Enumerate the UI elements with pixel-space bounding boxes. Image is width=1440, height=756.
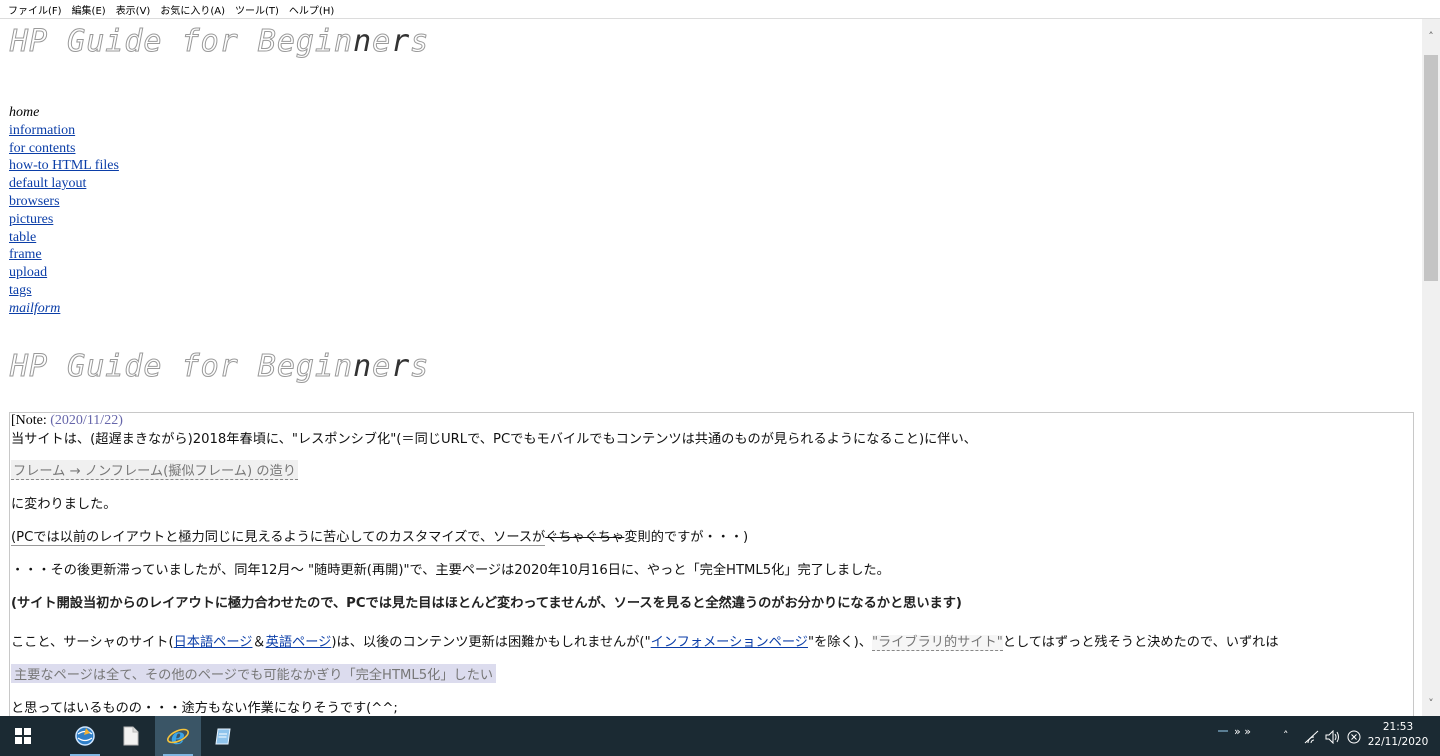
vertical-scrollbar[interactable]: ˄ ˅ bbox=[1422, 19, 1440, 716]
volume-icon[interactable] bbox=[1325, 729, 1341, 748]
svg-text:e: e bbox=[171, 724, 185, 748]
notification-clear-icon[interactable] bbox=[1347, 729, 1361, 748]
scroll-thumb[interactable] bbox=[1424, 55, 1438, 281]
note-paragraph-5: ・・・その後更新滞っていましたが、同年12月～ "随時更新(再開)"で、主要ペー… bbox=[11, 563, 890, 578]
site-logo-top: HP Guide for Beginners bbox=[9, 24, 430, 60]
tray-caret-up-icon[interactable]: ˄ bbox=[1283, 729, 1289, 742]
note-paragraph-1: 当サイトは、(超遅まきながら)2018年春頃に、"レスポンシブ化"(＝同じURL… bbox=[11, 432, 977, 447]
internet-explorer-icon: e bbox=[167, 724, 189, 748]
tray-overflow-chevrons[interactable]: » » bbox=[1234, 725, 1251, 738]
nav-information[interactable]: information bbox=[9, 122, 119, 140]
site-logo-main: HP Guide for Beginners bbox=[9, 349, 430, 385]
library-site-term: "ライブラリ的サイト" bbox=[871, 635, 1003, 651]
notepad-icon bbox=[215, 728, 231, 745]
note-paragraph-3: に変わりました。 bbox=[11, 497, 117, 512]
note-paragraph-2: フレーム → ノンフレーム(擬似フレーム) の造り bbox=[11, 460, 298, 480]
information-page-link[interactable]: インフォメーションページ bbox=[651, 635, 808, 650]
clock-time: 21:53 bbox=[1382, 721, 1414, 733]
menu-edit[interactable]: 編集(E) bbox=[68, 2, 112, 17]
start-button[interactable] bbox=[0, 716, 46, 756]
english-page-link[interactable]: 英語ページ bbox=[266, 635, 332, 650]
document-icon bbox=[123, 726, 139, 746]
system-clock[interactable]: 21:53 22/11/2020 bbox=[1362, 720, 1434, 750]
menu-favorites[interactable]: お気に入り(A) bbox=[156, 2, 231, 17]
network-icon[interactable] bbox=[1304, 729, 1320, 748]
nav-table[interactable]: table bbox=[9, 229, 119, 247]
note-paragraph-9: と思ってはいるものの・・・途方もない作業になりそうです(^^; bbox=[11, 701, 398, 716]
tray-divider-icon bbox=[1218, 730, 1228, 732]
menu-view[interactable]: 表示(V) bbox=[112, 2, 157, 17]
taskbar-app-internet-explorer[interactable]: e bbox=[155, 716, 201, 756]
note-box: [Note: (2020/11/22) 当サイトは、(超遅まきながら)2018年… bbox=[9, 412, 1414, 716]
nav-how-to-html[interactable]: how-to HTML files bbox=[9, 157, 119, 175]
globe-icon bbox=[75, 726, 95, 746]
nav-frame[interactable]: frame bbox=[9, 246, 119, 264]
menu-tools[interactable]: ツール(T) bbox=[231, 2, 285, 17]
taskbar-app-document[interactable] bbox=[108, 716, 154, 756]
menu-bar: ファイル(F) 編集(E) 表示(V) お気に入り(A) ツール(T) ヘルプ(… bbox=[0, 0, 1440, 19]
note-paragraph-6: (サイト開設当初からのレイアウトに極力合わせたので、PCでは見た目はほとんど変わ… bbox=[11, 596, 962, 611]
html5-goal-highlight: 主要なページは全て、その他のページでも可能なかぎり「完全HTML5化」したい bbox=[11, 664, 497, 683]
nav-home: home bbox=[9, 105, 40, 120]
nav-default-layout[interactable]: default layout bbox=[9, 175, 119, 193]
nav-tags[interactable]: tags bbox=[9, 282, 119, 300]
menu-file[interactable]: ファイル(F) bbox=[4, 2, 68, 17]
clock-date: 22/11/2020 bbox=[1367, 736, 1429, 748]
note-paragraph-4: (PCでは以前のレイアウトと極力同じに見えるように苦心してのカスタマイズで、ソー… bbox=[11, 530, 749, 546]
taskbar: e » » ˄ 21:53 22/11/2020 bbox=[0, 716, 1440, 756]
nav-mailform[interactable]: mailform bbox=[9, 300, 119, 318]
note-label: [Note: (2020/11/22) bbox=[11, 413, 123, 428]
nav-for-contents[interactable]: for contents bbox=[9, 140, 119, 158]
strike-text: ぐちゃぐちゃ bbox=[545, 530, 625, 545]
scroll-up-arrow-icon[interactable]: ˄ bbox=[1422, 27, 1440, 45]
nav-browsers[interactable]: browsers bbox=[9, 193, 119, 211]
frame-change-box: フレーム → ノンフレーム(擬似フレーム) の造り bbox=[11, 460, 298, 480]
page-viewport: HP Guide for Beginners home information … bbox=[0, 19, 1422, 716]
note-paragraph-8: 主要なページは全て、その他のページでも可能なかぎり「完全HTML5化」したい bbox=[11, 664, 497, 683]
site-nav: home information for contents how-to HTM… bbox=[9, 104, 119, 318]
note-date: (2020/11/22) bbox=[50, 413, 123, 428]
nav-upload[interactable]: upload bbox=[9, 264, 119, 282]
windows-logo-icon bbox=[15, 728, 31, 744]
nav-pictures[interactable]: pictures bbox=[9, 211, 119, 229]
scroll-down-arrow-icon[interactable]: ˅ bbox=[1422, 694, 1440, 712]
japanese-page-link[interactable]: 日本語ページ bbox=[174, 635, 253, 650]
menu-help[interactable]: ヘルプ(H) bbox=[285, 2, 340, 17]
note-paragraph-7: ここと、サーシャのサイト(日本語ページ＆英語ページ)は、以後のコンテンツ更新は困… bbox=[11, 635, 1279, 651]
taskbar-app-notepad[interactable] bbox=[201, 716, 247, 756]
taskbar-app-globe[interactable] bbox=[62, 716, 108, 756]
